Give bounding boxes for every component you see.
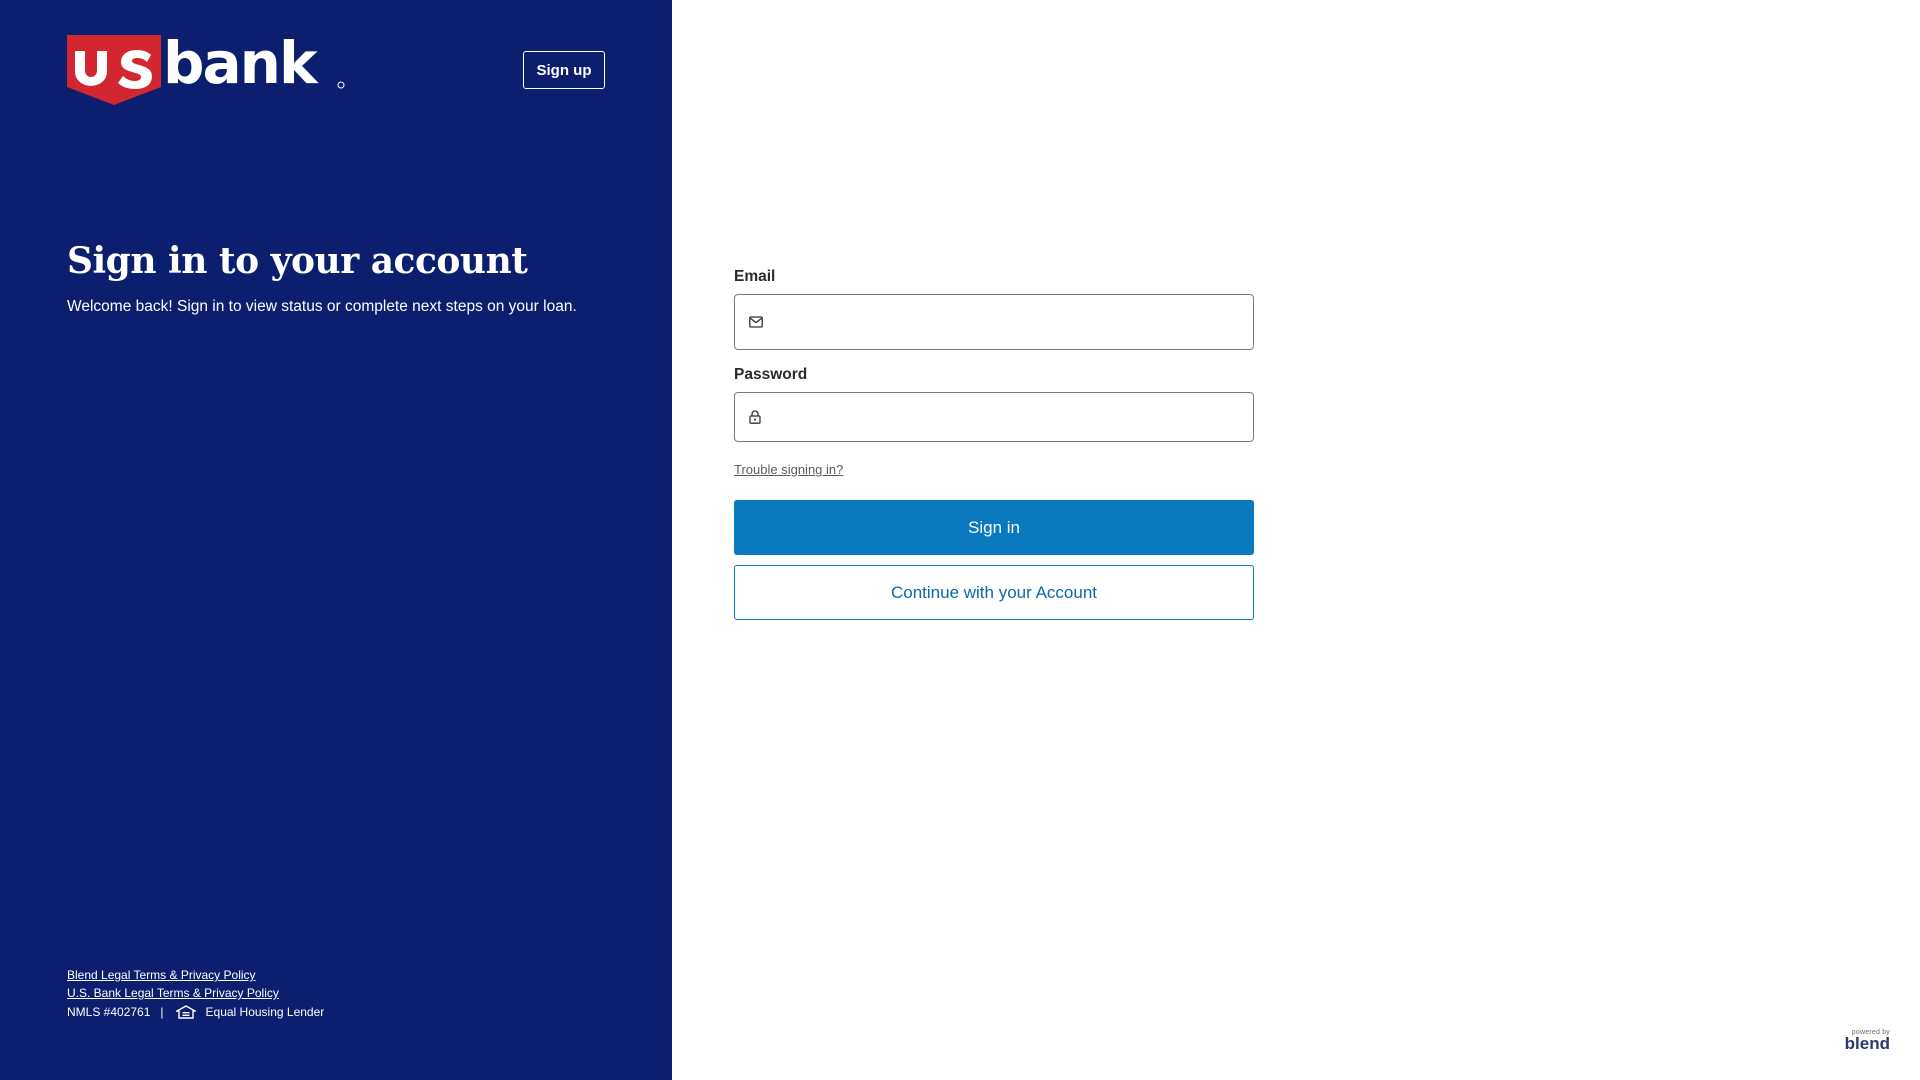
password-label: Password bbox=[734, 366, 808, 383]
continue-with-account-button[interactable]: Continue with your Account bbox=[734, 565, 1254, 620]
left-panel: bank Sign up Sign in to your account Wel… bbox=[0, 0, 672, 1080]
signup-button[interactable]: Sign up bbox=[523, 51, 605, 89]
mail-icon bbox=[749, 316, 763, 328]
password-group: Password bbox=[734, 366, 1254, 442]
sign-in-button[interactable]: Sign in bbox=[734, 500, 1254, 555]
footer-separator: | bbox=[160, 1005, 164, 1019]
powered-by-blend: powered by blend bbox=[1845, 1029, 1890, 1052]
nmls-number: NMLS #402761 bbox=[67, 1005, 151, 1019]
sign-in-page: bank Sign up Sign in to your account Wel… bbox=[0, 0, 1920, 1080]
usbank-legal-link[interactable]: U.S. Bank Legal Terms & Privacy Policy bbox=[67, 984, 324, 1002]
sign-in-form: Email Password Trouble signing in? Sign … bbox=[734, 268, 1254, 620]
svg-text:bank: bank bbox=[163, 33, 319, 97]
page-title: Sign in to your account bbox=[67, 240, 528, 282]
nmls-line: NMLS #402761 | Equal Housing Lender bbox=[67, 1003, 324, 1021]
equal-housing-icon bbox=[175, 1005, 196, 1019]
password-input[interactable] bbox=[735, 393, 1253, 441]
legal-footer: Blend Legal Terms & Privacy Policy U.S. … bbox=[67, 966, 324, 1021]
email-field-wrapper bbox=[734, 294, 1254, 350]
blend-logo: blend bbox=[1844, 1034, 1890, 1053]
blend-legal-link[interactable]: Blend Legal Terms & Privacy Policy bbox=[67, 966, 324, 984]
equal-housing-text: Equal Housing Lender bbox=[205, 1005, 325, 1019]
email-input[interactable] bbox=[735, 295, 1253, 349]
page-subtitle: Welcome back! Sign in to view status or … bbox=[67, 298, 577, 315]
trouble-signing-in-link[interactable]: Trouble signing in? bbox=[734, 462, 843, 477]
email-group: Email bbox=[734, 268, 1254, 350]
lock-icon bbox=[749, 410, 761, 424]
password-field-wrapper bbox=[734, 392, 1254, 442]
usbank-logo[interactable]: bank bbox=[67, 33, 347, 105]
email-label: Email bbox=[734, 268, 776, 285]
